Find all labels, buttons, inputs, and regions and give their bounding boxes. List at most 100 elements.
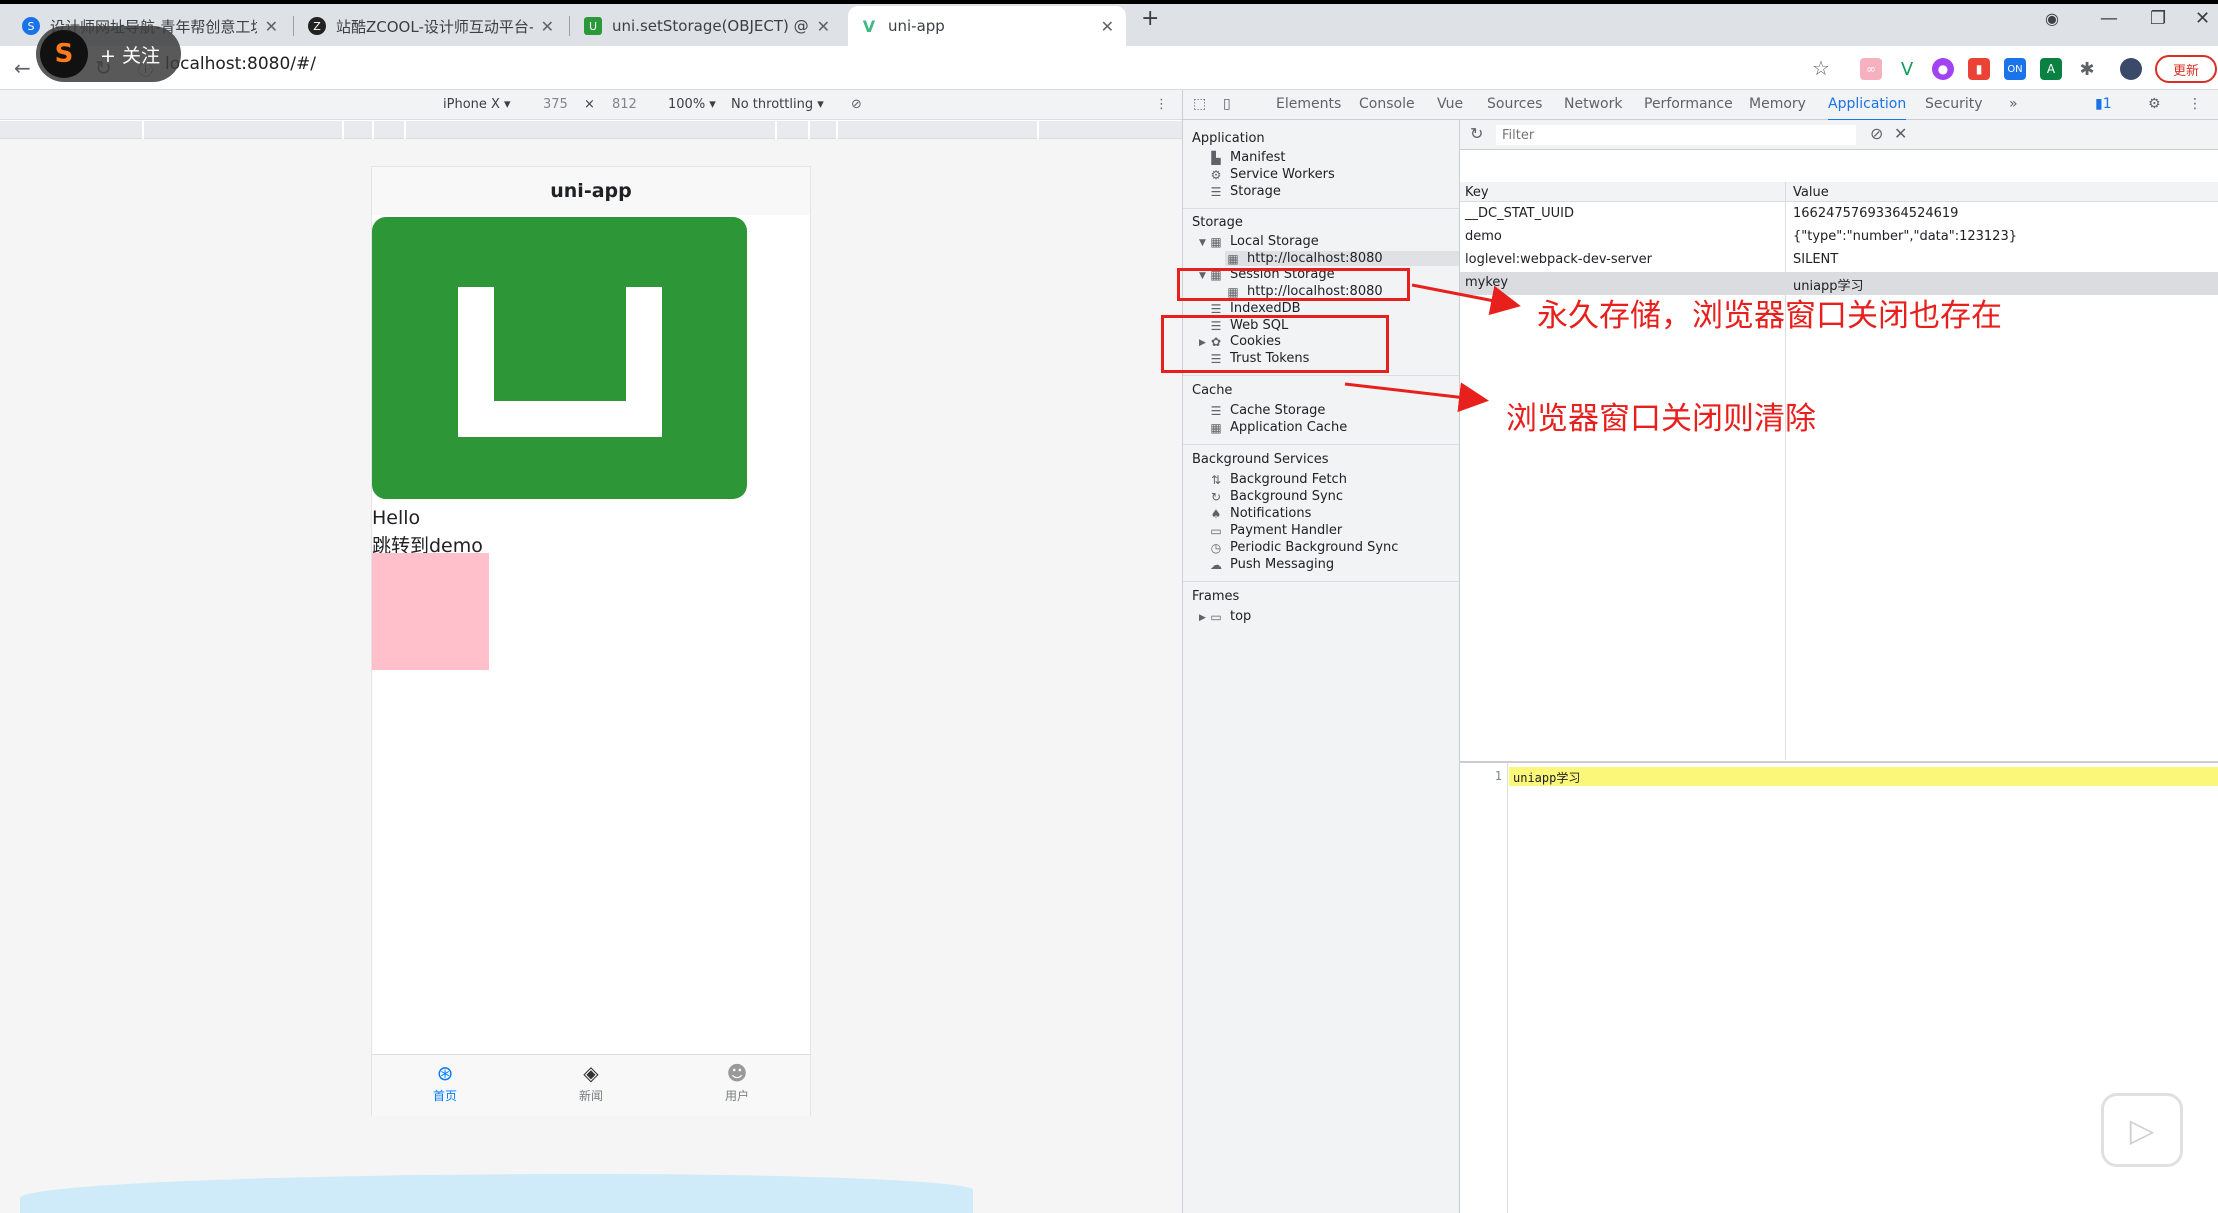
sidebar-item-background-sync[interactable]: ↻ Background Sync	[1208, 489, 1343, 504]
throttling-select[interactable]: No throttling ▾	[731, 97, 824, 112]
settings-gear-icon[interactable]: ⚙	[2148, 96, 2161, 112]
device-select[interactable]: iPhone X ▾	[443, 97, 511, 112]
column-divider[interactable]	[1785, 182, 1786, 760]
device-toggle-icon[interactable]: ▯	[1223, 96, 1231, 112]
close-window-icon[interactable]: ✕	[2195, 8, 2210, 29]
sidebar-item-label: Cache Storage	[1230, 403, 1326, 418]
video-play-icon[interactable]: ▷	[2101, 1093, 2183, 1167]
sidebar-item-payment-handler[interactable]: ▭ Payment Handler	[1208, 523, 1342, 538]
gear-icon: ⚙	[1210, 167, 1222, 182]
extensions-puzzle-icon[interactable]: ✱	[2076, 58, 2098, 80]
translate-icon[interactable]: A	[2040, 58, 2062, 80]
browser-tab-4[interactable]: V uni-app ✕	[848, 6, 1126, 46]
extension-icon[interactable]: ▮	[1968, 58, 1990, 80]
browser-tab-2[interactable]: Z 站酷ZCOOL-设计师互动平台-打 ✕	[296, 6, 566, 46]
sidebar-item-notifications[interactable]: ♠ Notifications	[1208, 506, 1312, 521]
issues-badge[interactable]: ▮1	[2095, 96, 2112, 112]
zoom-select[interactable]: 100% ▾	[668, 97, 716, 112]
divider	[1183, 208, 1459, 209]
extension-icon[interactable]: ●	[1932, 58, 1954, 80]
tab-user[interactable]: ☻ 用户	[664, 1061, 810, 1104]
uploader-avatar: S	[40, 30, 88, 78]
layers-icon: ◈	[583, 1061, 599, 1085]
tab-vue[interactable]: Vue	[1437, 96, 1463, 112]
sidebar-item-manifest[interactable]: ▙ Manifest	[1208, 150, 1285, 165]
tab-network[interactable]: Network	[1564, 96, 1622, 112]
filter-input[interactable]	[1496, 125, 1856, 145]
vue-devtools-icon[interactable]: V	[1896, 58, 1918, 80]
url-field[interactable]: localhost:8080/#/	[165, 54, 316, 74]
sidebar-item-service-workers[interactable]: ⚙ Service Workers	[1208, 167, 1335, 182]
devtools-menu-icon[interactable]: ⋮	[2188, 96, 2202, 112]
rotate-icon[interactable]: ⊘	[851, 97, 862, 112]
tab-application[interactable]: Application	[1828, 96, 1907, 121]
tab-console[interactable]: Console	[1359, 96, 1415, 112]
extension-icon[interactable]: ∞	[1860, 58, 1882, 80]
browser-tab-3[interactable]: U uni.setStorage(OBJECT) @sets ✕	[572, 6, 842, 46]
line-number: 1	[1494, 769, 1502, 783]
sidebar-item-frame-top[interactable]: ▭ top	[1208, 609, 1251, 624]
collapse-arrow-icon[interactable]: ▶	[1199, 613, 1206, 623]
bookmark-star-icon[interactable]: ☆	[1812, 56, 1830, 80]
table-row[interactable]: __DC_STAT_UUID 16624757693364524619	[1460, 203, 2218, 226]
section-storage: Storage	[1192, 215, 1243, 230]
dimension-times: ×	[584, 97, 595, 112]
decorative-waves	[20, 1174, 973, 1213]
sidebar-item-application-cache[interactable]: ▦ Application Cache	[1208, 420, 1347, 435]
more-tabs-icon[interactable]: »	[2009, 96, 2018, 112]
device-viewport: uni-app Hello 跳转到demo ⊛ 首页 ◈ 新闻 ☻ 用户	[0, 139, 1182, 1213]
close-tab-icon[interactable]: ✕	[1101, 17, 1114, 36]
tab-home[interactable]: ⊛ 首页	[372, 1061, 518, 1104]
expand-arrow-icon[interactable]: ▼	[1199, 238, 1206, 248]
uploader-follow-badge[interactable]: S + 关注	[36, 26, 181, 82]
tab-security[interactable]: Security	[1925, 96, 1983, 112]
sidebar-item-label: IndexedDB	[1230, 301, 1301, 316]
sidebar-item-background-fetch[interactable]: ⇅ Background Fetch	[1208, 472, 1347, 487]
close-tab-icon[interactable]: ✕	[265, 17, 278, 36]
sidebar-item-label: Notifications	[1230, 506, 1312, 521]
phone-tab-bar: ⊛ 首页 ◈ 新闻 ☻ 用户	[372, 1054, 810, 1116]
delete-selected-icon[interactable]: ✕	[1894, 124, 1907, 143]
sidebar-item-indexeddb[interactable]: ☰ IndexedDB	[1208, 301, 1301, 316]
sidebar-item-cache-storage[interactable]: ☰ Cache Storage	[1208, 403, 1326, 418]
table-row[interactable]: demo {"type":"number","data":123123}	[1460, 226, 2218, 249]
sidebar-item-local-storage[interactable]: ▦ Local Storage	[1208, 234, 1318, 249]
key-column-header[interactable]: Key	[1465, 185, 1489, 200]
minimize-icon[interactable]: —	[2100, 8, 2118, 29]
value-column-header[interactable]: Value	[1793, 185, 1829, 200]
tab-sources[interactable]: Sources	[1487, 96, 1542, 112]
table-header: Key Value	[1460, 182, 2218, 202]
more-options-icon[interactable]: ⋮	[1155, 97, 1168, 112]
new-tab-button[interactable]: +	[1141, 6, 1159, 31]
local-storage-highlight-box	[1177, 268, 1410, 301]
back-icon[interactable]: ←	[14, 56, 31, 80]
update-button[interactable]: 更新	[2155, 55, 2217, 83]
home-icon: ⊛	[436, 1061, 454, 1085]
width-input[interactable]: 375	[543, 97, 568, 112]
row-value: 16624757693364524619	[1793, 206, 1959, 221]
tab-news[interactable]: ◈ 新闻	[518, 1061, 664, 1104]
tab-memory[interactable]: Memory	[1749, 96, 1806, 112]
sidebar-item-local-origin[interactable]: ▦ http://localhost:8080	[1225, 251, 1459, 266]
close-tab-icon[interactable]: ✕	[541, 17, 554, 36]
on-extension-icon[interactable]: ON	[2004, 58, 2026, 80]
sidebar-item-push-messaging[interactable]: ☁ Push Messaging	[1208, 557, 1334, 572]
profile-menu-icon[interactable]: ◉	[2045, 9, 2059, 28]
section-frames: Frames	[1192, 589, 1240, 604]
clear-all-icon[interactable]: ⊘	[1870, 124, 1883, 143]
refresh-icon[interactable]: ↻	[1470, 124, 1483, 143]
avatar[interactable]	[2120, 58, 2142, 80]
phone-screen: uni-app Hello 跳转到demo ⊛ 首页 ◈ 新闻 ☻ 用户	[371, 166, 811, 1116]
inspect-element-icon[interactable]: ⬚	[1193, 96, 1206, 112]
close-tab-icon[interactable]: ✕	[817, 17, 830, 36]
row-value: SILENT	[1793, 252, 1839, 267]
table-row[interactable]: loglevel:webpack-dev-server SILENT	[1460, 249, 2218, 272]
restore-icon[interactable]: ❐	[2150, 8, 2166, 29]
tab-performance[interactable]: Performance	[1644, 96, 1733, 112]
sidebar-item-periodic-background-sync[interactable]: ◷ Periodic Background Sync	[1208, 540, 1399, 555]
tab-elements[interactable]: Elements	[1276, 96, 1341, 112]
site-favicon-icon: S	[22, 17, 40, 35]
sidebar-item-storage[interactable]: ☰ Storage	[1208, 184, 1281, 199]
sidebar-item-label: Manifest	[1230, 150, 1286, 165]
height-input[interactable]: 812	[612, 97, 637, 112]
